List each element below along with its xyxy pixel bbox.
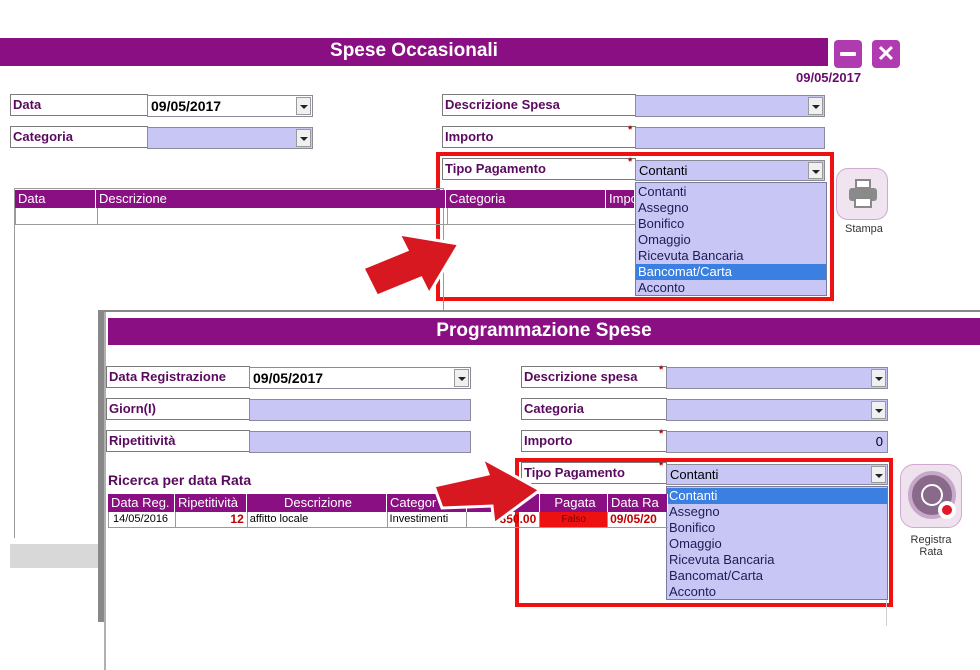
col-ripetitivita: Ripetitività: [175, 494, 247, 512]
chevron-down-icon[interactable]: [871, 401, 886, 419]
minimize-button[interactable]: [834, 40, 862, 68]
front-right-divider: [886, 600, 887, 626]
close-button[interactable]: ✕: [872, 40, 900, 68]
front-window-title: Programmazione Spese: [436, 320, 652, 341]
chevron-down-icon[interactable]: [296, 97, 311, 115]
col-categoria: Categoria: [446, 190, 606, 208]
chevron-down-icon[interactable]: [296, 129, 311, 147]
stampa-button[interactable]: [836, 168, 888, 220]
col-descrizione: Descrizione: [247, 494, 387, 512]
calendar-record-icon: [908, 471, 956, 519]
importo-field[interactable]: [635, 127, 825, 149]
header-date: 09/05/2017: [796, 70, 862, 85]
data-registrazione-select[interactable]: 09/05/2017: [249, 367, 471, 389]
front-table-header: Data Reg. Ripetitività Descrizione Categ…: [108, 494, 668, 512]
cell-data-rata: 09/05/20: [610, 512, 657, 526]
highlight-box: [515, 458, 893, 607]
col-data: Data: [15, 190, 96, 208]
chevron-down-icon[interactable]: [871, 369, 886, 387]
col-pagata: Pagata: [540, 494, 608, 512]
descrizione-spesa-select[interactable]: [666, 367, 888, 389]
required-mark: *: [659, 428, 664, 440]
col-descrizione: Descrizione: [96, 190, 446, 208]
back-window-title: Spese Occasionali: [330, 40, 498, 61]
data-select-value: 09/05/2017: [151, 98, 222, 114]
ripetitivita-field[interactable]: [249, 431, 471, 453]
giorni-field[interactable]: [249, 399, 471, 421]
data-select[interactable]: 09/05/2017: [147, 95, 313, 117]
categoria-select[interactable]: [666, 399, 888, 421]
back-title-bar: Spese Occasionali: [0, 38, 828, 66]
back-table-header: Data Descrizione Categoria Impo: [15, 190, 635, 208]
categoria-label: Categoria: [521, 398, 667, 420]
descrizione-spesa-label: Descrizione Spesa: [442, 94, 636, 116]
row-divider: [97, 208, 98, 225]
cell-pagata: Falso: [540, 512, 609, 527]
chevron-down-icon[interactable]: [454, 369, 469, 387]
red-arrow-icon: [432, 454, 543, 527]
back-table-empty-row: [15, 208, 635, 225]
descrizione-spesa-label: Descrizione spesa: [521, 366, 667, 388]
close-icon: ✕: [876, 41, 896, 66]
required-mark: *: [628, 124, 633, 136]
printer-icon: [849, 179, 877, 209]
descrizione-spesa-select[interactable]: [635, 95, 825, 117]
importo-label: Importo: [521, 430, 667, 452]
registra-rata-label: Registra Rata: [910, 534, 952, 558]
stampa-label: Stampa: [845, 223, 883, 235]
data-registrazione-value: 09/05/2017: [253, 370, 324, 386]
data-label: Data: [10, 94, 148, 116]
cell-ripetitivita: 12: [176, 512, 248, 527]
row-divider: [447, 208, 448, 225]
data-registrazione-label: Data Registrazione: [106, 366, 250, 388]
registra-rata-button[interactable]: [900, 464, 962, 528]
importo-field[interactable]: 0: [666, 431, 888, 453]
minimize-icon: [840, 52, 856, 56]
required-mark: *: [659, 364, 664, 376]
ripetitivita-label: Ripetitività: [106, 430, 250, 452]
highlight-box: [436, 152, 834, 301]
categoria-select[interactable]: [147, 127, 313, 149]
ricerca-label: Ricerca per data Rata: [108, 472, 252, 488]
categoria-label: Categoria: [10, 126, 148, 148]
col-data-reg: Data Reg.: [108, 494, 175, 512]
giorni-label: Giorn(I): [106, 398, 250, 420]
col-importo: Impo: [606, 190, 635, 208]
importo-value: 0: [875, 434, 883, 449]
table-row[interactable]: 14/05/2016 12 affitto locale Investiment…: [108, 512, 668, 528]
cell-data-reg: 14/05/2016: [109, 512, 176, 527]
front-title-bar: Programmazione Spese: [108, 318, 980, 345]
importo-label: Importo: [442, 126, 636, 148]
red-arrow-icon: [360, 232, 462, 298]
cell-descrizione: affitto locale: [248, 512, 388, 527]
col-data-rata: Data Ra: [608, 494, 668, 512]
back-bottom-bar: [10, 544, 110, 568]
chevron-down-icon[interactable]: [808, 97, 823, 115]
